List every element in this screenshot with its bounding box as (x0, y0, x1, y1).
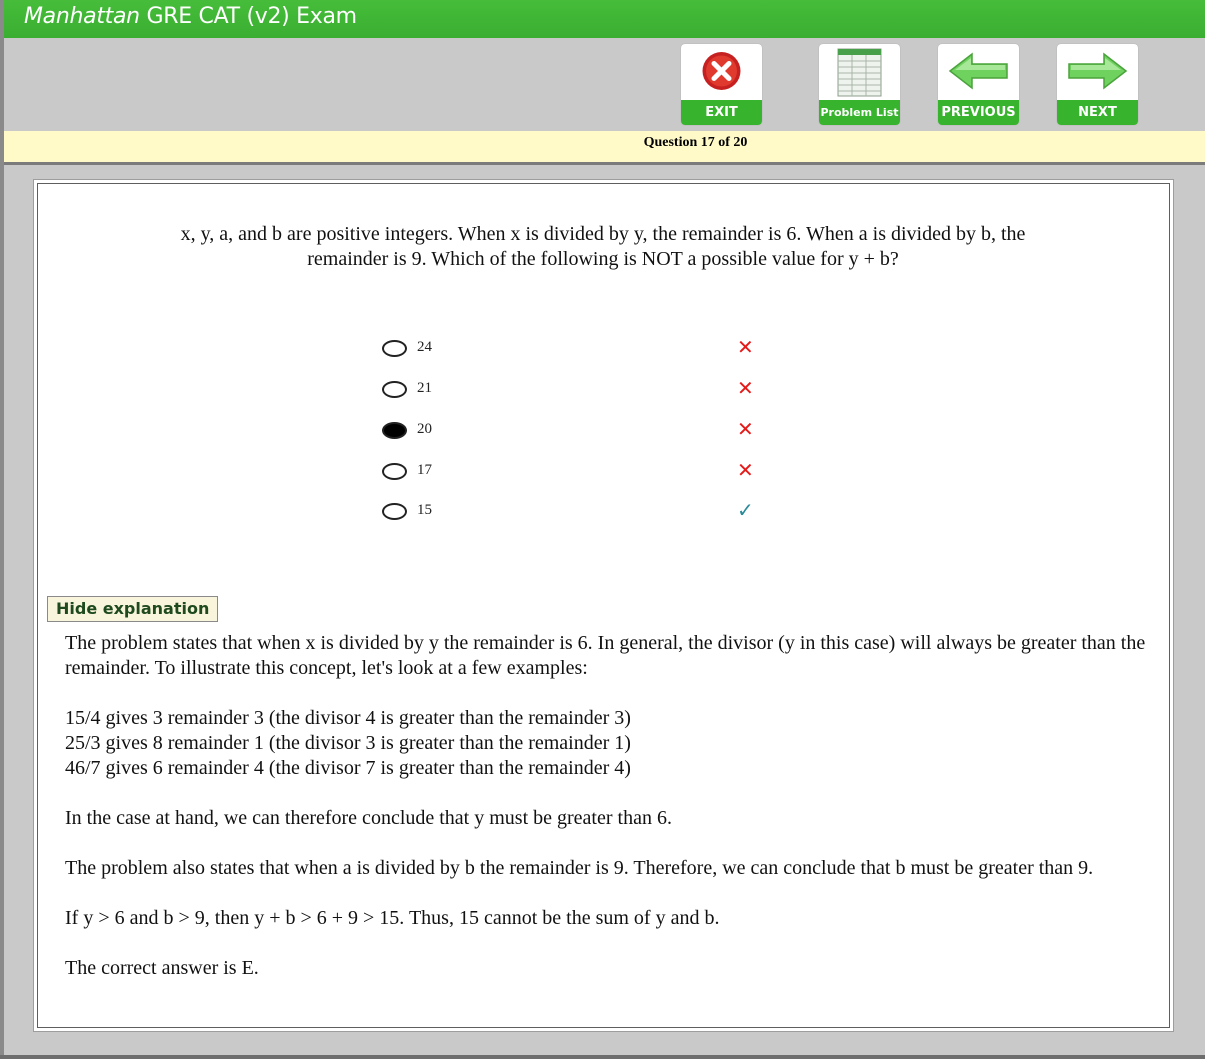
question-text: x, y, a, and b are positive integers. Wh… (98, 222, 1108, 272)
question-line: x, y, a, and b are positive integers. Wh… (180, 223, 1026, 245)
choice-label: 21 (417, 380, 432, 396)
title-bar: Manhattan GRE CAT (v2) Exam (4, 0, 1205, 38)
answer-choice-c[interactable]: 20 ✕ (382, 417, 772, 446)
app-title: Manhattan GRE CAT (v2) Exam (24, 4, 357, 29)
choice-label: 17 (417, 462, 432, 478)
radio-button[interactable] (382, 381, 407, 398)
answer-choice-d[interactable]: 17 ✕ (382, 458, 772, 487)
exit-button-label: EXIT (681, 100, 762, 125)
explanation-paragraph: In the case at hand, we can therefore co… (65, 807, 672, 829)
exit-button[interactable]: EXIT (681, 44, 762, 125)
app-title-rest: GRE CAT (v2) Exam (139, 4, 358, 29)
arrow-right-icon (1068, 52, 1128, 90)
next-button[interactable]: NEXT (1057, 44, 1138, 125)
hide-explanation-button[interactable]: Hide explanation (47, 596, 219, 622)
incorrect-icon: ✕ (737, 458, 754, 482)
example-line: 46/7 gives 6 remainder 4 (the divisor 7 … (65, 757, 631, 779)
incorrect-icon: ✕ (737, 335, 754, 359)
incorrect-icon: ✕ (737, 376, 754, 400)
radio-button-selected[interactable] (382, 422, 407, 439)
question-panel-inner: x, y, a, and b are positive integers. Wh… (37, 183, 1170, 1028)
problem-list-button[interactable]: Problem List (819, 44, 900, 125)
correct-answer-statement: The correct answer is E. (65, 957, 259, 979)
example-line: 25/3 gives 8 remainder 1 (the divisor 3 … (65, 732, 631, 754)
explanation: The problem states that when x is divide… (65, 631, 1150, 1006)
example-line: 15/4 gives 3 remainder 3 (the divisor 4 … (65, 707, 631, 729)
window-bottom-border (0, 1055, 1205, 1059)
app-title-brand: Manhattan (24, 4, 140, 29)
arrow-left-icon (948, 52, 1008, 90)
choice-label: 20 (417, 421, 432, 437)
explanation-paragraph: The problem states that when x is divide… (65, 632, 1146, 679)
previous-button[interactable]: PREVIOUS (938, 44, 1019, 125)
table-grid-icon (837, 48, 882, 97)
explanation-paragraph: If y > 6 and b > 9, then y + b > 6 + 9 >… (65, 907, 720, 929)
answer-choice-b[interactable]: 21 ✕ (382, 376, 772, 405)
question-counter: Question 17 of 20 (643, 135, 748, 150)
checkmark-icon: ✓ (737, 498, 754, 522)
next-button-label: NEXT (1057, 100, 1138, 125)
question-panel: x, y, a, and b are positive integers. Wh… (33, 179, 1174, 1032)
question-status-bar: Question 17 of 20 (4, 131, 1205, 165)
toolbar: EXIT Problem List PREVIOUS NEXT (4, 38, 1205, 131)
radio-button[interactable] (382, 463, 407, 480)
incorrect-icon: ✕ (737, 417, 754, 441)
radio-button[interactable] (382, 340, 407, 357)
previous-button-label: PREVIOUS (938, 100, 1019, 125)
answer-choice-e[interactable]: 15 ✓ (382, 498, 772, 527)
problem-list-button-label: Problem List (819, 100, 900, 125)
radio-button[interactable] (382, 503, 407, 520)
close-icon (702, 52, 741, 90)
explanation-paragraph: The problem also states that when a is d… (65, 857, 1094, 879)
choice-label: 24 (417, 339, 432, 355)
question-line: remainder is 9. Which of the following i… (307, 248, 899, 270)
answer-choice-a[interactable]: 24 ✕ (382, 335, 772, 364)
choice-label: 15 (417, 502, 432, 518)
